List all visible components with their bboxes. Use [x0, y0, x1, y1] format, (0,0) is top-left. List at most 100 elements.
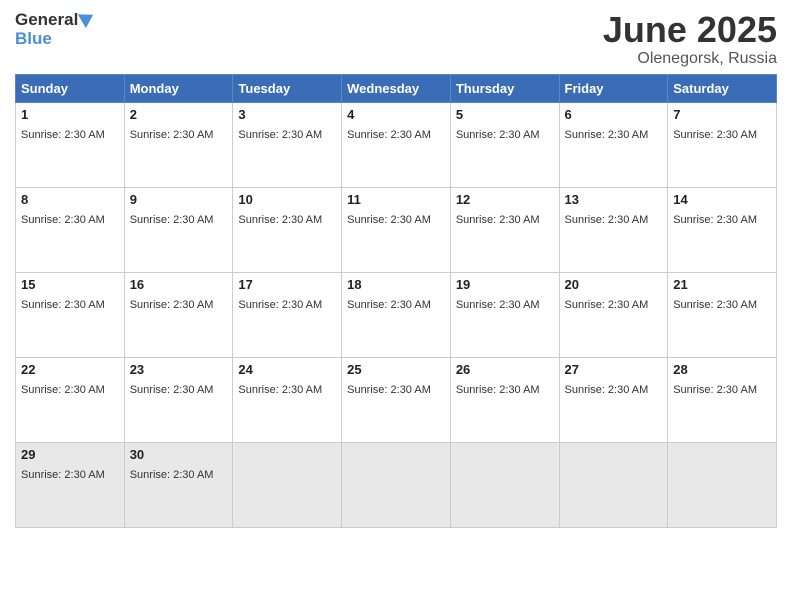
- col-monday: Monday: [124, 74, 233, 102]
- calendar-week-row: 8 Sunrise: 2:30 AM 9 Sunrise: 2:30 AM 10 Sunr…: [16, 187, 777, 272]
- calendar-cell: [668, 442, 777, 527]
- col-tuesday: Tuesday: [233, 74, 342, 102]
- col-wednesday: Wednesday: [342, 74, 451, 102]
- calendar-cell: 14Sunrise: 2:30 AM: [668, 187, 777, 272]
- day-info: Sunrise: 2:30 AM: [21, 214, 105, 226]
- calendar-cell: 8 Sunrise: 2:30 AM: [16, 187, 125, 272]
- calendar-cell: [559, 442, 668, 527]
- calendar-cell: 6 Sunrise: 2:30 AM: [559, 102, 668, 187]
- day-info: Sunrise: 2:30 AM: [347, 384, 431, 396]
- calendar-week-row: 22 Sunrise: 2:30 AM 23 Sunrise: 2:30 AM 24 Su…: [16, 357, 777, 442]
- calendar-header: Sunday Monday Tuesday Wednesday Thursday…: [16, 74, 777, 102]
- calendar-cell: 1Sunrise: 2:30 AM: [16, 102, 125, 187]
- header: General Blue June 2025 Olenegorsk, Russi…: [15, 10, 777, 68]
- day-info: Sunrise: 2:30 AM: [21, 129, 105, 141]
- day-number: 11: [347, 192, 445, 207]
- day-info: Sunrise: 2:30 AM: [238, 129, 322, 141]
- logo-arrow-icon: [78, 8, 97, 28]
- logo-blue-text: Blue: [15, 30, 52, 47]
- calendar-week-row: 1Sunrise: 2:30 AM 2 Sunrise: 2:30 AM 3 Sunri…: [16, 102, 777, 187]
- day-info: Sunrise: 2:30 AM: [565, 214, 649, 226]
- day-info: Sunrise: 2:30 AM: [21, 384, 105, 396]
- day-number: 9: [130, 192, 228, 207]
- day-number: 5: [456, 107, 554, 122]
- calendar-cell: 11 Sunrise: 2:30 AM: [342, 187, 451, 272]
- day-number: 13: [565, 192, 663, 207]
- calendar-cell: 21 Sunrise: 2:30 AM: [668, 272, 777, 357]
- calendar-cell: 12 Sunrise: 2:30 AM: [450, 187, 559, 272]
- calendar-cell: 3 Sunrise: 2:30 AM: [233, 102, 342, 187]
- calendar-cell: 4Sunrise: 2:30 AM: [342, 102, 451, 187]
- day-number: 6: [565, 107, 663, 122]
- day-info: Sunrise: 2:30 AM: [673, 129, 757, 141]
- day-number: 8: [21, 192, 119, 207]
- day-info: Sunrise: 2:30 AM: [456, 129, 540, 141]
- day-info: Sunrise: 2:30 AM: [130, 384, 214, 396]
- day-number: 19: [456, 277, 554, 292]
- calendar-cell: [342, 442, 451, 527]
- day-number: 3: [238, 107, 336, 122]
- calendar-table: Sunday Monday Tuesday Wednesday Thursday…: [15, 74, 777, 528]
- calendar-location: Olenegorsk, Russia: [603, 50, 777, 68]
- calendar-cell: 19 Sunrise: 2:30 AM: [450, 272, 559, 357]
- calendar-body: 1Sunrise: 2:30 AM 2 Sunrise: 2:30 AM 3 Sunri…: [16, 102, 777, 527]
- calendar-cell: [233, 442, 342, 527]
- calendar-week-row: 15Sunrise: 2:30 AM16Sunrise: 2:30 AM17Su…: [16, 272, 777, 357]
- day-info: Sunrise: 2:30 AM: [347, 299, 431, 311]
- col-saturday: Saturday: [668, 74, 777, 102]
- title-block: June 2025 Olenegorsk, Russia: [603, 10, 777, 68]
- day-info: Sunrise: 2:30 AM: [673, 299, 757, 311]
- calendar-cell: 23 Sunrise: 2:30 AM: [124, 357, 233, 442]
- day-info: Sunrise: 2:30 AM: [673, 214, 757, 226]
- day-number: 10: [238, 192, 336, 207]
- col-friday: Friday: [559, 74, 668, 102]
- day-number: 21: [673, 277, 771, 292]
- day-info: Sunrise: 2:30 AM: [456, 214, 540, 226]
- calendar-cell: 2 Sunrise: 2:30 AM: [124, 102, 233, 187]
- calendar-cell: 13 Sunrise: 2:30 AM: [559, 187, 668, 272]
- day-info: Sunrise: 2:30 AM: [456, 299, 540, 311]
- calendar-cell: 30Sunrise: 2:30 AM: [124, 442, 233, 527]
- day-info: Sunrise: 2:30 AM: [565, 299, 649, 311]
- day-number: 25: [347, 362, 445, 377]
- day-number: 24: [238, 362, 336, 377]
- logo-general-text: General: [15, 10, 78, 30]
- day-number: 30: [130, 447, 228, 462]
- day-number: 2: [130, 107, 228, 122]
- day-number: 27: [565, 362, 663, 377]
- calendar-cell: 7Sunrise: 2:30 AM: [668, 102, 777, 187]
- day-number: 23: [130, 362, 228, 377]
- day-number: 12: [456, 192, 554, 207]
- logo: General Blue: [15, 10, 94, 47]
- calendar-cell: 15Sunrise: 2:30 AM: [16, 272, 125, 357]
- day-number: 26: [456, 362, 554, 377]
- calendar-cell: 16Sunrise: 2:30 AM: [124, 272, 233, 357]
- day-number: 16: [130, 277, 228, 292]
- calendar-cell: 20 Sunrise: 2:30 AM: [559, 272, 668, 357]
- calendar-cell: 18 Sunrise: 2:30 AM: [342, 272, 451, 357]
- day-info: Sunrise: 2:30 AM: [347, 214, 431, 226]
- calendar-cell: 25 Sunrise: 2:30 AM: [342, 357, 451, 442]
- day-info: Sunrise: 2:30 AM: [238, 384, 322, 396]
- day-info: Sunrise: 2:30 AM: [21, 469, 105, 481]
- calendar-week-row: 29 Sunrise: 2:30 AM 30Sunrise: 2:30 AM: [16, 442, 777, 527]
- calendar-cell: 24 Sunrise: 2:30 AM: [233, 357, 342, 442]
- day-info: Sunrise: 2:30 AM: [565, 129, 649, 141]
- day-number: 28: [673, 362, 771, 377]
- day-number: 20: [565, 277, 663, 292]
- day-info: Sunrise: 2:30 AM: [238, 299, 322, 311]
- day-number: 4: [347, 107, 445, 122]
- day-info: Sunrise: 2:30 AM: [130, 129, 214, 141]
- calendar-cell: 5 Sunrise: 2:30 AM: [450, 102, 559, 187]
- day-number: 29: [21, 447, 119, 462]
- calendar-cell: 26 Sunrise: 2:30 AM: [450, 357, 559, 442]
- calendar-cell: 27Sunrise: 2:30 AM: [559, 357, 668, 442]
- day-number: 18: [347, 277, 445, 292]
- calendar-cell: 17 Sunrise: 2:30 AM: [233, 272, 342, 357]
- calendar-cell: 29 Sunrise: 2:30 AM: [16, 442, 125, 527]
- day-number: 17: [238, 277, 336, 292]
- day-info: Sunrise: 2:30 AM: [456, 384, 540, 396]
- day-info: Sunrise: 2:30 AM: [673, 384, 757, 396]
- day-info: Sunrise: 2:30 AM: [238, 214, 322, 226]
- day-number: 22: [21, 362, 119, 377]
